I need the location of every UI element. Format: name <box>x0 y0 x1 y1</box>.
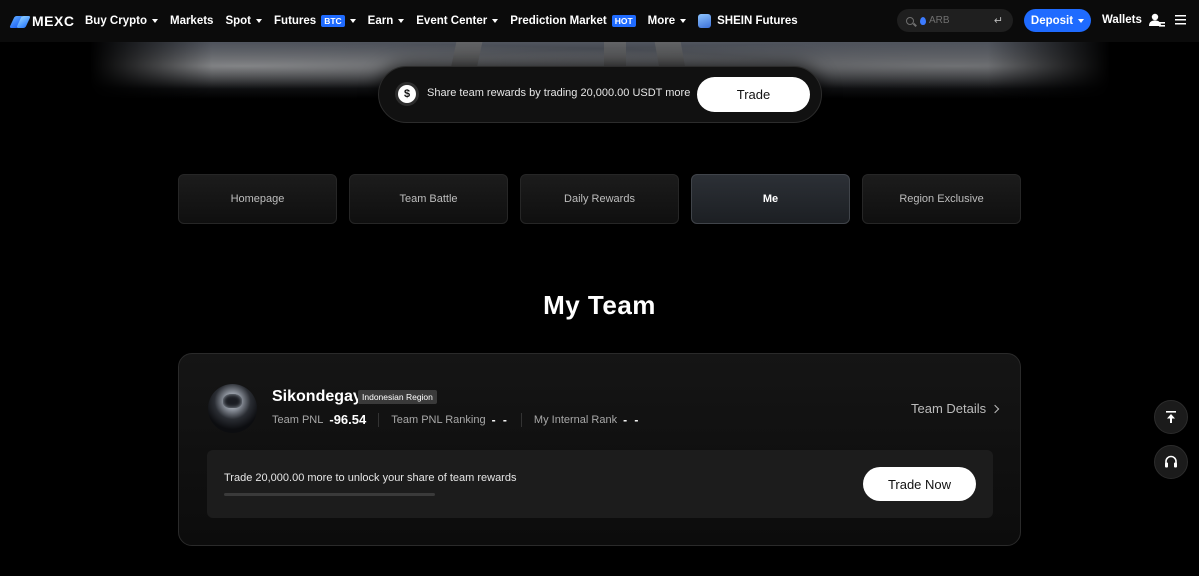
nav-shein-futures[interactable]: SHEIN Futures <box>698 14 798 28</box>
avatar <box>208 384 257 433</box>
tab-homepage[interactable]: Homepage <box>178 174 337 224</box>
section-tabs: Homepage Team Battle Daily Rewards Me Re… <box>178 174 1021 224</box>
nav-item-label: More <box>647 15 676 27</box>
nav-buy-crypto[interactable]: Buy Crypto <box>85 15 158 27</box>
hamburger-menu-icon[interactable] <box>1175 14 1186 25</box>
search-placeholder: ARB <box>929 15 950 26</box>
tab-team-battle[interactable]: Team Battle <box>349 174 508 224</box>
caret-down-icon <box>398 19 405 23</box>
nav-item-label: Event Center <box>416 15 488 27</box>
deposit-button[interactable]: Deposit <box>1024 9 1091 32</box>
caret-down-icon <box>492 19 499 23</box>
nav-item-label: Earn <box>367 15 394 27</box>
caret-down-icon <box>680 19 687 23</box>
caret-down-icon <box>151 19 158 23</box>
nav-event-center[interactable]: Event Center <box>416 15 499 27</box>
trade-button[interactable]: Trade <box>697 77 810 112</box>
nav-prediction-market[interactable]: Prediction Market HOT <box>510 15 636 27</box>
team-ranking-label: Team PNL Ranking <box>391 413 486 426</box>
headset-icon <box>1165 455 1177 468</box>
hot-tag: HOT <box>611 15 636 27</box>
nav-markets[interactable]: Markets <box>170 15 213 27</box>
tab-me[interactable]: Me <box>691 174 850 224</box>
mexc-logo[interactable]: MEXC <box>9 13 75 29</box>
support-button[interactable] <box>1154 445 1188 479</box>
nav-earn[interactable]: Earn <box>368 15 405 27</box>
internal-rank-stat: My Internal Rank - - <box>534 413 640 427</box>
caret-down-icon <box>256 19 263 23</box>
nav-more[interactable]: More <box>647 15 687 27</box>
unlock-rewards-panel: Trade 20,000.00 more to unlock your shar… <box>207 450 993 518</box>
section-title: My Team <box>543 290 656 320</box>
nav-futures[interactable]: Futures BTC <box>274 15 356 27</box>
promo-text: Share team rewards by trading 20,000.00 … <box>427 87 691 99</box>
arb-token-icon <box>920 16 926 25</box>
internal-rank-label: My Internal Rank <box>533 413 618 426</box>
search-icon <box>906 16 914 25</box>
unlock-progress-bar <box>224 493 435 496</box>
nav-item-label: Spot <box>225 15 252 27</box>
promo-banner: $ Share team rewards by trading 20,000.0… <box>378 66 822 123</box>
search-input[interactable]: ARB ↵ <box>897 9 1013 32</box>
nav-item-label: Markets <box>169 15 214 27</box>
divider <box>378 412 380 427</box>
region-badge: Indonesian Region <box>358 390 437 404</box>
team-pnl-label: Team PNL <box>272 413 324 426</box>
chevron-right-icon <box>990 404 1000 413</box>
shein-icon <box>698 14 712 28</box>
internal-rank-value: - - <box>623 412 641 427</box>
deposit-label: Deposit <box>1030 14 1074 27</box>
caret-down-icon <box>1078 18 1085 23</box>
divider <box>520 412 522 427</box>
nav-item-label: Buy Crypto <box>85 15 147 27</box>
scroll-to-top-button[interactable] <box>1154 400 1188 434</box>
top-nav: MEXC Buy Crypto Markets Spot Futures BTC… <box>0 0 1199 42</box>
dollar-coin-icon: $ <box>398 85 416 103</box>
tab-region-exclusive[interactable]: Region Exclusive <box>862 174 1021 224</box>
nav-item-label: SHEIN Futures <box>717 15 798 27</box>
team-ranking-value: - - <box>491 412 509 427</box>
enter-key-icon: ↵ <box>993 15 1003 27</box>
logo-text: MEXC <box>32 13 75 29</box>
tab-daily-rewards[interactable]: Daily Rewards <box>520 174 679 224</box>
nav-item-label: Prediction Market <box>510 15 607 27</box>
team-details-link[interactable]: Team Details <box>911 401 1000 416</box>
team-pnl-stat: Team PNL -96.54 <box>272 412 366 427</box>
my-team-card: Sikondegay Indonesian Region Team PNL -9… <box>178 353 1021 546</box>
team-username: Sikondegay <box>272 388 362 405</box>
arrow-up-to-top-icon <box>1166 411 1176 423</box>
team-pnl-value: -96.54 <box>329 412 367 427</box>
team-ranking-stat: Team PNL Ranking - - <box>391 413 509 427</box>
team-details-label: Team Details <box>911 401 987 416</box>
trade-now-button[interactable]: Trade Now <box>863 467 976 501</box>
nav-menu: Buy Crypto Markets Spot Futures BTC Earn… <box>85 0 798 42</box>
mexc-logo-icon <box>9 14 31 28</box>
user-account-icon[interactable] <box>1149 13 1165 27</box>
unlock-text: Trade 20,000.00 more to unlock your shar… <box>224 472 517 484</box>
nav-spot[interactable]: Spot <box>225 15 263 27</box>
futures-tag: BTC <box>321 15 345 27</box>
caret-down-icon <box>349 19 356 23</box>
wallets-link[interactable]: Wallets <box>1102 14 1142 26</box>
team-stats: Team PNL -96.54 Team PNL Ranking - - My … <box>272 412 640 427</box>
nav-item-label: Futures <box>274 15 317 27</box>
